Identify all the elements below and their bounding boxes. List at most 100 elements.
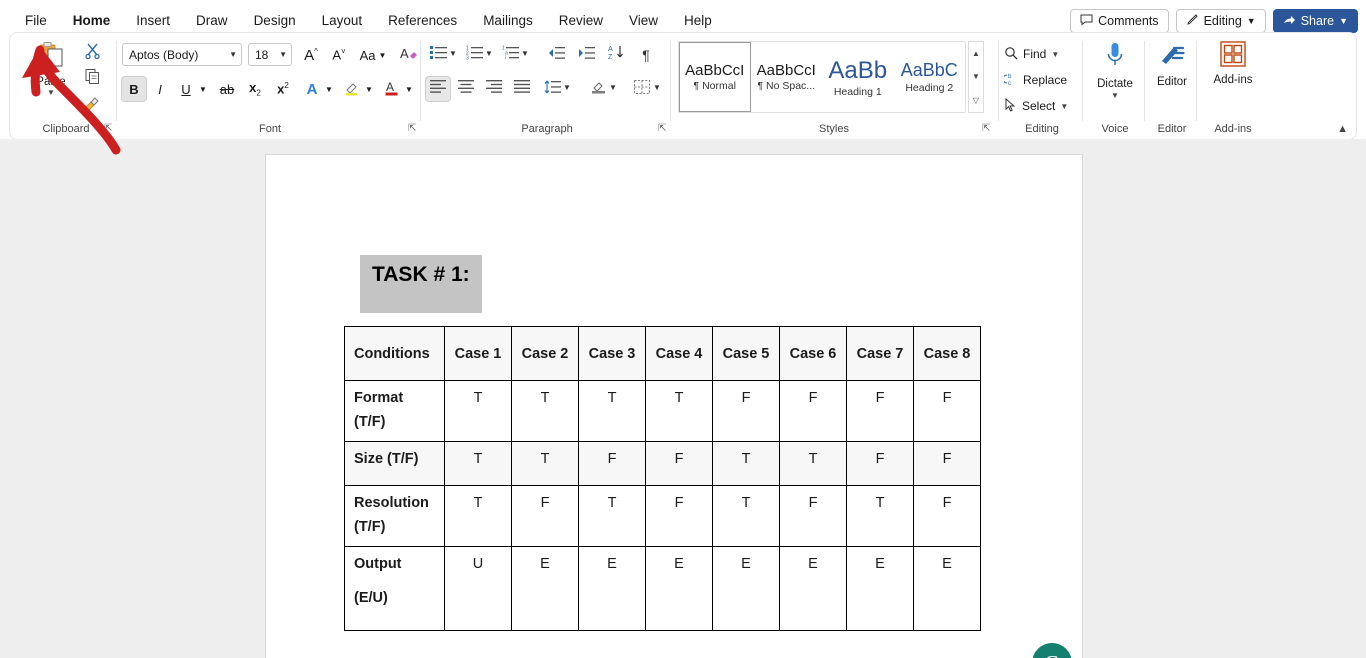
format-painter-button[interactable] (80, 93, 104, 117)
styles-scrollbar[interactable]: ▲ ▼ ▽ (968, 41, 984, 113)
collapse-ribbon-button[interactable]: ▲ (1337, 123, 1348, 135)
style-item-heading-1[interactable]: AaBb Heading 1 (822, 42, 894, 112)
copy-icon (84, 68, 101, 90)
editor-button[interactable]: Editor (1146, 41, 1198, 88)
styles-more-icon[interactable]: ▽ (973, 96, 979, 105)
table-cell: F (846, 380, 914, 442)
chevron-down-icon: ▼ (1051, 49, 1060, 59)
superscript-button[interactable]: x2 (270, 77, 296, 101)
font-dialog-launcher[interactable]: ⇱ (408, 123, 419, 134)
row-label-line2: (T/F) (354, 519, 386, 535)
change-case-label: Aa (359, 47, 376, 63)
paragraph-dialog-launcher[interactable]: ⇱ (658, 123, 669, 134)
increase-indent-button[interactable] (574, 43, 598, 67)
line-spacing-icon (544, 80, 561, 99)
dictate-button[interactable]: Dictate ▼ (1084, 41, 1146, 100)
font-color-dropdown[interactable]: ▼ (402, 77, 416, 101)
select-label: Select (1022, 99, 1056, 113)
paste-button[interactable]: Paste ▼ (24, 41, 78, 97)
copy-button[interactable] (80, 67, 104, 91)
bold-button[interactable]: B (122, 77, 146, 101)
strikethrough-button[interactable]: ab (214, 77, 240, 101)
text-effects-button[interactable]: A (300, 77, 324, 101)
styles-dialog-launcher[interactable]: ⇱ (982, 123, 993, 134)
bullet-list-icon (429, 45, 447, 65)
chevron-down-icon[interactable]: ▼ (1111, 92, 1119, 100)
underline-dropdown[interactable]: ▼ (196, 77, 210, 101)
grow-font-button[interactable]: A^ (298, 43, 324, 67)
sort-button[interactable]: AZ (604, 43, 628, 67)
style-item-normal[interactable]: AaBbCcI ¶ Normal (679, 42, 751, 112)
table-header-cell: Case 1 (444, 326, 512, 381)
chevron-up-icon[interactable]: ▲ (972, 49, 980, 58)
document-page[interactable]: TASK # 1: Conditions Case 1 Case 2 Case … (266, 155, 1082, 658)
share-button[interactable]: Share ▼ (1272, 9, 1358, 33)
borders-button[interactable] (630, 77, 654, 101)
justify-button[interactable] (510, 77, 534, 101)
share-label: Share (1300, 14, 1335, 28)
style-preview: AaBb (828, 56, 888, 84)
text-effects-dropdown[interactable]: ▼ (322, 77, 336, 101)
table-cell: T (779, 441, 847, 486)
highlighter-icon (343, 79, 361, 100)
clear-formatting-button[interactable]: A (396, 43, 422, 67)
bullets-button[interactable] (426, 43, 450, 67)
align-center-button[interactable] (454, 77, 478, 101)
formatting-marks-button[interactable]: ¶ (634, 43, 658, 67)
chevron-down-icon: ▼ (1339, 15, 1348, 26)
addins-label: Add-ins (1213, 74, 1253, 86)
numbering-button[interactable]: 123 (462, 43, 486, 67)
clipboard-dialog-launcher[interactable]: ⇱ (104, 123, 115, 134)
table-header-cell: Case 2 (511, 326, 579, 381)
align-left-button[interactable] (426, 77, 450, 101)
underline-button[interactable]: U (174, 77, 198, 101)
cut-button[interactable] (80, 41, 104, 65)
editing-mode-button[interactable]: Editing ▼ (1175, 9, 1266, 33)
group-label-editor: Editor (1157, 123, 1187, 135)
replace-button[interactable]: bc Replace (1002, 69, 1067, 91)
style-item-heading-2[interactable]: AaBbC Heading 2 (894, 42, 966, 112)
bullets-dropdown[interactable]: ▼ (448, 49, 458, 58)
highlight-dropdown[interactable]: ▼ (362, 77, 376, 101)
document-canvas[interactable]: TASK # 1: Conditions Case 1 Case 2 Case … (0, 139, 1366, 658)
change-case-button[interactable]: Aa ▼ (356, 43, 390, 67)
word-window: File Home Insert Draw Design Layout Refe… (0, 0, 1366, 658)
line-spacing-dropdown[interactable]: ▼ (562, 83, 572, 92)
align-right-button[interactable] (482, 77, 506, 101)
font-color-button[interactable]: A (380, 77, 404, 101)
style-name: Heading 2 (905, 82, 954, 94)
table-cell: E (712, 546, 780, 631)
chevron-down-icon[interactable]: ▼ (47, 89, 55, 97)
table-cell: F (846, 441, 914, 486)
grammarly-badge[interactable]: G (1032, 643, 1072, 658)
font-name-combobox[interactable]: Aptos (Body) ▼ (122, 43, 242, 66)
svg-text:b: b (1008, 74, 1012, 80)
shading-button[interactable] (586, 77, 610, 101)
comments-button[interactable]: Comments (1070, 9, 1169, 33)
style-item-no-spacing[interactable]: AaBbCcI ¶ No Spac... (751, 42, 823, 112)
multilevel-dropdown[interactable]: ▼ (520, 49, 530, 58)
chevron-down-icon[interactable]: ▼ (972, 72, 980, 81)
italic-label: I (158, 81, 162, 97)
italic-button[interactable]: I (148, 77, 172, 101)
select-button[interactable]: Select ▼ (1004, 95, 1068, 117)
shrink-font-button[interactable]: A˅ (326, 43, 352, 67)
shrink-font-icon: A˅ (332, 47, 346, 63)
find-button[interactable]: Find ▼ (1004, 43, 1059, 65)
table-cell: E (511, 546, 579, 631)
decrease-indent-button[interactable] (544, 43, 568, 67)
table-cell: F (578, 441, 646, 486)
line-spacing-button[interactable] (540, 77, 564, 101)
paste-label: Paste (36, 76, 66, 88)
comment-bubble-icon (1080, 14, 1093, 29)
font-size-combobox[interactable]: 18 ▼ (248, 43, 292, 66)
shading-dropdown[interactable]: ▼ (608, 83, 618, 92)
borders-dropdown[interactable]: ▼ (652, 83, 662, 92)
highlight-button[interactable] (340, 77, 364, 101)
numbering-dropdown[interactable]: ▼ (484, 49, 494, 58)
styles-gallery: AaBbCcI ¶ Normal AaBbCcI ¶ No Spac... Aa… (678, 41, 966, 113)
subscript-button[interactable]: x2 (242, 77, 268, 101)
multilevel-list-button[interactable]: 1ai (498, 43, 522, 67)
addins-button[interactable]: Add-ins (1198, 41, 1268, 86)
row-label-line2: (T/F) (354, 414, 386, 430)
